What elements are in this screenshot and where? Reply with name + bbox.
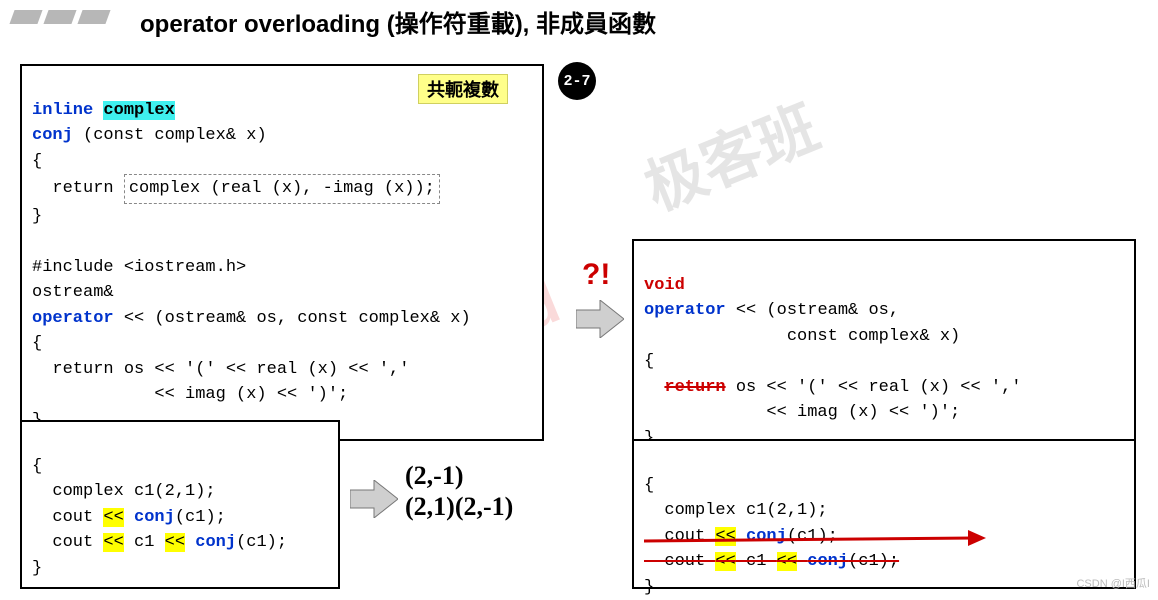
vu4g: (c1); bbox=[848, 552, 899, 571]
kw-inline: inline bbox=[32, 101, 103, 120]
v-indent bbox=[644, 378, 664, 397]
code-box-usage: { complex c1(2,1); cout << conj(c1); cou… bbox=[20, 420, 340, 589]
u3e: (c1); bbox=[175, 508, 226, 527]
v-return-struck: return bbox=[664, 378, 725, 397]
v-body1: os << '(' << real (x) << ',' bbox=[726, 378, 1022, 397]
slide-number-badge: 2-7 bbox=[558, 62, 596, 100]
v-params1: << (ostream& os, bbox=[726, 301, 899, 320]
u3c bbox=[124, 508, 134, 527]
v-brace-open: { bbox=[644, 352, 654, 371]
vu4a: cout bbox=[644, 552, 715, 571]
u3a: cout bbox=[32, 508, 103, 527]
vu4c: c1 bbox=[736, 552, 777, 571]
u4d: << bbox=[165, 533, 185, 552]
v-operator: operator bbox=[644, 301, 726, 320]
output-text: (2,-1) (2,1)(2,-1) bbox=[405, 460, 513, 522]
u3d: conj bbox=[134, 508, 175, 527]
vu4e bbox=[797, 552, 807, 571]
ostream-ref: ostream& bbox=[32, 283, 114, 302]
vu3c bbox=[736, 527, 746, 546]
conjugate-label: 共軛複數 bbox=[418, 74, 508, 104]
void-kw: void bbox=[644, 276, 685, 295]
brace-open: { bbox=[32, 152, 42, 171]
u4e bbox=[185, 533, 195, 552]
include-line: #include <iostream.h> bbox=[32, 258, 246, 277]
u-brace-close: } bbox=[32, 559, 42, 578]
watermark-cn: 极客班 bbox=[630, 79, 829, 227]
u4f: conj bbox=[195, 533, 236, 552]
vu3e: (c1); bbox=[787, 527, 838, 546]
return-kw: return bbox=[32, 179, 124, 198]
output-line2: (2,1)(2,-1) bbox=[405, 491, 513, 522]
question-mark: ?! bbox=[582, 258, 610, 292]
vu4b: << bbox=[715, 552, 735, 571]
code-box-void-usage: { complex c1(2,1); cout << conj(c1); cou… bbox=[632, 439, 1136, 589]
func-conj: conj bbox=[32, 126, 73, 145]
code-box-void: void operator << (ostream& os, const com… bbox=[632, 239, 1136, 459]
vu3d: conj bbox=[746, 527, 787, 546]
u3b: << bbox=[103, 508, 123, 527]
conj-params: (const complex& x) bbox=[73, 126, 267, 145]
vu3b: << bbox=[715, 527, 735, 546]
vu-brace-close: } bbox=[644, 578, 654, 597]
op-params: << (ostream& os, const complex& x) bbox=[114, 309, 471, 328]
u-brace-open: { bbox=[32, 457, 42, 476]
u4g: (c1); bbox=[236, 533, 287, 552]
v-params2: const complex& x) bbox=[644, 327, 960, 346]
arrow-icon-2 bbox=[576, 300, 624, 338]
v-body2: << imag (x) << ')'; bbox=[644, 403, 960, 422]
op-body1: return os << '(' << real (x) << ',' bbox=[32, 360, 409, 379]
u4a: cout bbox=[32, 533, 103, 552]
vu3a: cout bbox=[644, 527, 715, 546]
vu4f: conj bbox=[807, 552, 848, 571]
output-line1: (2,-1) bbox=[405, 460, 513, 491]
arrow-icon-1 bbox=[350, 480, 398, 518]
vu4d: << bbox=[777, 552, 797, 571]
vu-brace-open: { bbox=[644, 476, 654, 495]
brace-open2: { bbox=[32, 334, 42, 353]
vu-decl: complex c1(2,1); bbox=[644, 501, 828, 520]
conj-body-dashed: complex (real (x), -imag (x)); bbox=[124, 174, 440, 204]
op-body2: << imag (x) << ')'; bbox=[32, 385, 348, 404]
corner-watermark: CSDN @I西瓜I bbox=[1076, 575, 1150, 591]
u4c: c1 bbox=[124, 533, 165, 552]
brace-close: } bbox=[32, 207, 42, 226]
red-strike-arrowhead bbox=[968, 530, 986, 551]
return-type-complex: complex bbox=[103, 101, 174, 120]
code-box-main: inline complex conj (const complex& x) {… bbox=[20, 64, 544, 441]
kw-operator: operator bbox=[32, 309, 114, 328]
header-stripes bbox=[12, 10, 108, 24]
slide-title: operator overloading (操作符重載), 非成員函數 bbox=[140, 4, 656, 39]
u4b: << bbox=[103, 533, 123, 552]
u-decl: complex c1(2,1); bbox=[32, 482, 216, 501]
